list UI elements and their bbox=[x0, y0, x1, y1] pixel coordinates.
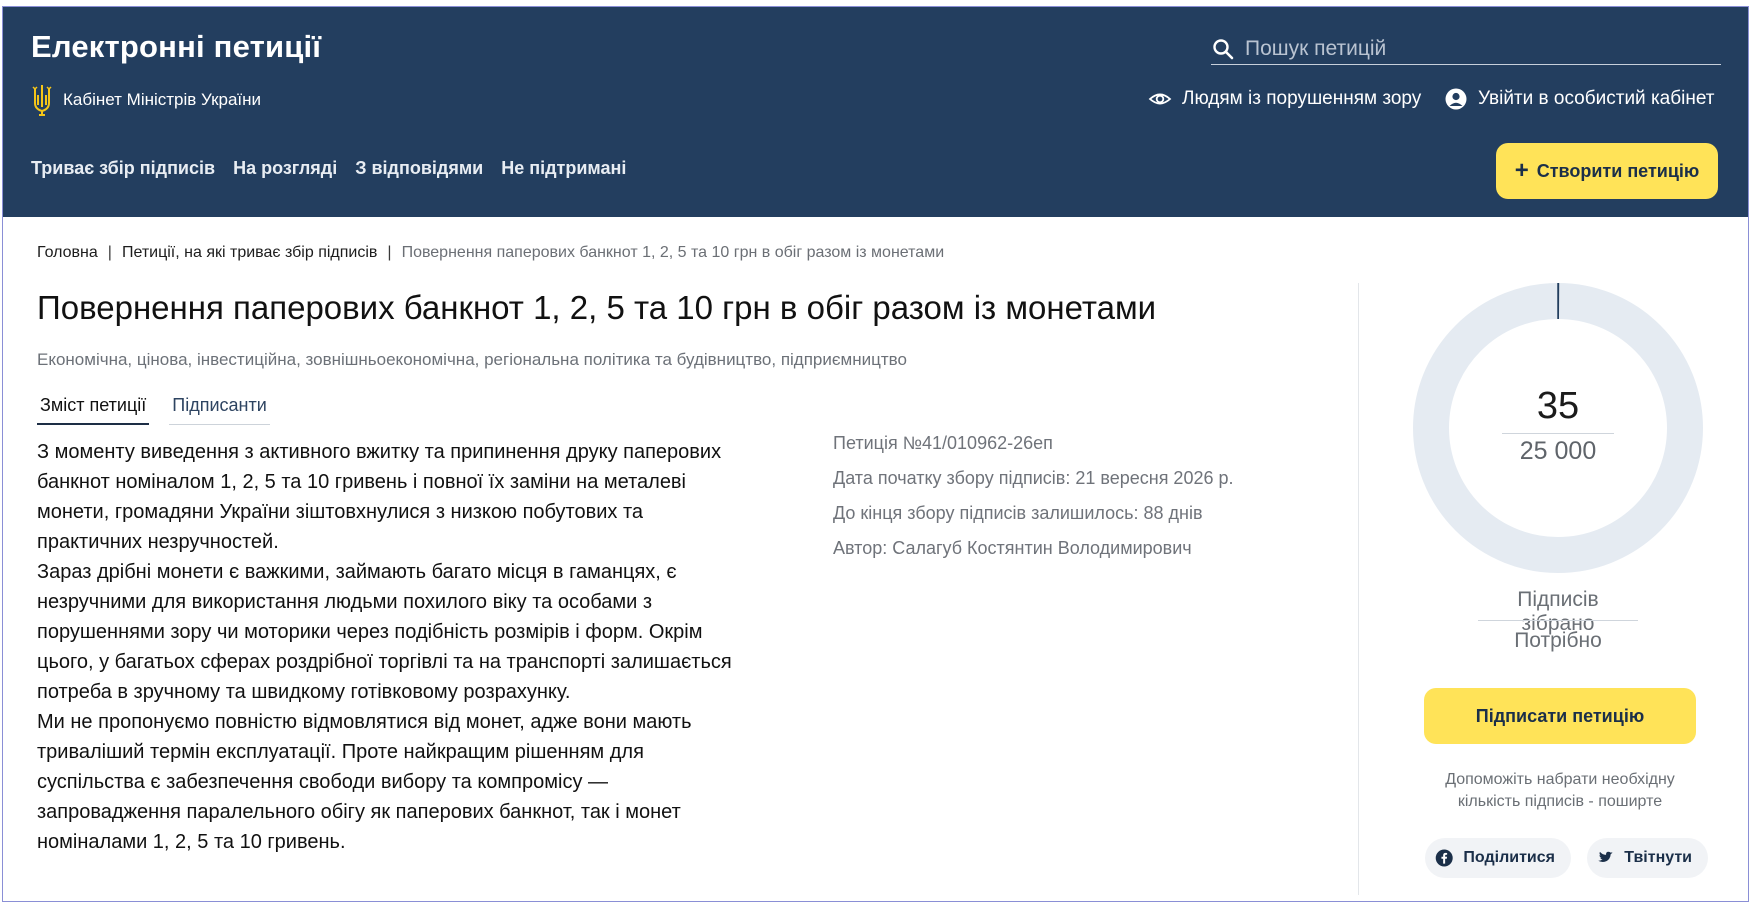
petition-text-line: запровадження паралельного обігу як папе… bbox=[37, 801, 681, 823]
petition-text-line: практичних незручностей. bbox=[37, 531, 279, 553]
petition-text: З моменту виведення з активного вжитку т… bbox=[37, 437, 777, 857]
main-nav: Триває збір підписів На розгляді З відпо… bbox=[31, 158, 626, 179]
nav-item-answered[interactable]: З відповідями bbox=[355, 158, 483, 179]
petition-text-line: цього, у багатьох сферах роздрібної торг… bbox=[37, 651, 732, 673]
breadcrumb-separator: | bbox=[387, 244, 392, 261]
breadcrumb-current: Повернення паперових банкнот 1, 2, 5 та … bbox=[401, 244, 945, 261]
nav-item-review[interactable]: На розгляді bbox=[233, 158, 337, 179]
sign-petition-button[interactable]: Підписати петицію bbox=[1424, 688, 1696, 744]
signature-progress-ring bbox=[1413, 283, 1703, 573]
search-icon[interactable] bbox=[1211, 37, 1235, 61]
login-label: Увійти в особистий кабінет bbox=[1478, 88, 1715, 109]
petition-days-left: До кінця збору підписів залишилось: 88 д… bbox=[833, 503, 1203, 523]
signatures-required-label: Потрібно bbox=[1514, 629, 1602, 652]
petition-tabs: Зміст петиції Підписанти bbox=[37, 393, 290, 425]
petition-text-line: потреба в зручному та швидкому готівково… bbox=[37, 681, 571, 703]
petition-text-line: З моменту виведення з активного вжитку т… bbox=[37, 441, 722, 463]
share-twitter-button[interactable]: Твітнути bbox=[1587, 838, 1708, 878]
accessibility-button[interactable]: Людям із порушенням зору bbox=[1148, 87, 1421, 111]
create-petition-label: Створити петицію bbox=[1536, 160, 1700, 181]
share-facebook-label: Поділитися bbox=[1463, 849, 1555, 866]
user-icon bbox=[1445, 88, 1467, 110]
petition-text-line: суспільства є забезпечення свободи вибор… bbox=[37, 771, 609, 793]
signatures-collected-count: 35 bbox=[1536, 385, 1580, 427]
breadcrumb-home[interactable]: Головна bbox=[37, 244, 98, 262]
signatures-required-count: 25 000 bbox=[1519, 437, 1597, 465]
eye-icon bbox=[1148, 93, 1172, 105]
site-header: Електронні петиції Кабінет Міністрів Укр… bbox=[3, 7, 1748, 217]
tab-signers[interactable]: Підписанти bbox=[169, 393, 270, 425]
login-button[interactable]: Увійти в особистий кабінет bbox=[1444, 87, 1714, 111]
breadcrumb: Головна | Петиції, на які триває збір пі… bbox=[37, 244, 944, 262]
nav-item-rejected[interactable]: Не підтримані bbox=[501, 158, 626, 179]
petition-text-line: Ми не пропонуємо повністю відмовлятися в… bbox=[37, 711, 692, 733]
share-twitter-label: Твітнути bbox=[1624, 849, 1692, 866]
government-name: Кабінет Міністрів України bbox=[63, 90, 262, 109]
tab-content[interactable]: Зміст петиції bbox=[37, 393, 150, 425]
petition-text-line: монети, громадяни України зіштовхнулися … bbox=[37, 501, 644, 523]
share-facebook-button[interactable]: Поділитися bbox=[1425, 838, 1571, 878]
petition-text-line: Зараз дрібні монети є важкими, займають … bbox=[37, 561, 677, 583]
breadcrumb-section[interactable]: Петиції, на які триває збір підписів bbox=[122, 244, 377, 262]
share-help-text: Допоможіть набрати необхідну кількість п… bbox=[1445, 771, 1675, 810]
petition-number: Петиція №41/010962-26еп bbox=[833, 433, 1053, 453]
petition-categories: Економічна, цінова, інвестиційна, зовніш… bbox=[37, 350, 907, 369]
petition-text-line: порушеннями зору чи моторики через подіб… bbox=[37, 621, 703, 643]
government-link[interactable]: Кабінет Міністрів України bbox=[31, 83, 261, 117]
petition-start-date: Дата початку збору підписів: 21 вересня … bbox=[833, 468, 1234, 488]
nav-item-collecting[interactable]: Триває збір підписів bbox=[31, 158, 215, 179]
petition-text-line: незручними для використання людьми похил… bbox=[37, 591, 653, 613]
progress-track bbox=[1413, 283, 1703, 573]
accessibility-label: Людям із порушенням зору bbox=[1182, 88, 1422, 109]
trident-icon bbox=[32, 85, 52, 116]
petition-meta: Петиція №41/010962-26еп Дата початку збо… bbox=[833, 433, 1234, 573]
create-petition-button[interactable]: + Створити петицію bbox=[1496, 143, 1718, 199]
petition-title: Повернення паперових банкнот 1, 2, 5 та … bbox=[37, 289, 1157, 326]
column-divider bbox=[1358, 283, 1359, 895]
breadcrumb-separator: | bbox=[107, 244, 112, 261]
twitter-icon bbox=[1598, 851, 1613, 863]
plus-icon: + bbox=[1514, 157, 1529, 184]
petition-text-line: триваліший термін експлуатації. Проте на… bbox=[37, 741, 644, 763]
search-bar bbox=[1211, 33, 1721, 65]
label-divider bbox=[1478, 620, 1638, 621]
petition-text-line: банкнот номіналом 1, 2, 5 та 10 гривень … bbox=[37, 471, 687, 493]
facebook-icon bbox=[1435, 849, 1453, 867]
count-divider bbox=[1502, 433, 1614, 434]
petition-author: Автор: Салагуб Костянтин Володимирович bbox=[833, 538, 1192, 558]
search-input[interactable] bbox=[1245, 36, 1705, 61]
site-title[interactable]: Електронні петиції bbox=[31, 29, 321, 65]
petition-text-line: номіналами 1, 2, 5 та 10 гривень. bbox=[37, 831, 346, 853]
